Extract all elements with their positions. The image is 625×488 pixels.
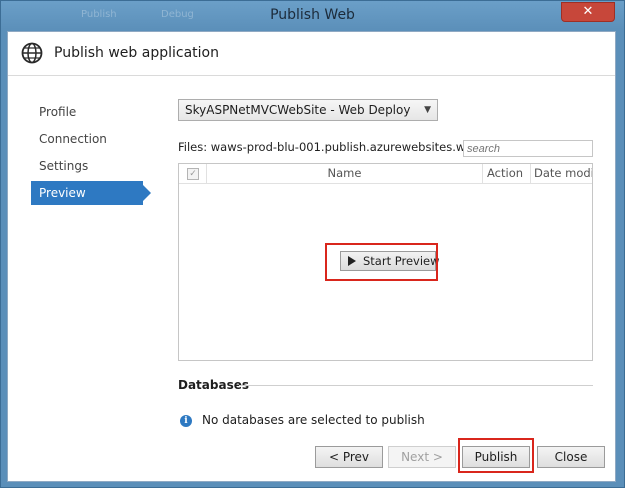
dialog-client-area: Publish web application Profile Connecti… bbox=[7, 31, 616, 482]
profile-dropdown-value: SkyASPNetMVCWebSite - Web Deploy bbox=[185, 103, 411, 117]
globe-icon bbox=[21, 42, 43, 64]
databases-divider bbox=[239, 385, 593, 386]
info-icon: i bbox=[180, 415, 192, 427]
search-input[interactable] bbox=[463, 140, 593, 157]
chevron-down-icon: ▼ bbox=[424, 105, 431, 115]
column-header-name[interactable]: Name bbox=[207, 164, 483, 184]
sidebar-item-profile[interactable]: Profile bbox=[31, 100, 141, 124]
files-row: Files: waws-prod-blu-001.publish.azurewe… bbox=[178, 140, 509, 154]
column-header-date-modified[interactable]: Date modifi bbox=[531, 164, 592, 184]
column-header-action[interactable]: Action bbox=[483, 164, 531, 184]
publish-web-dialog: Publish Debug Publish Web ✕ Publish web … bbox=[0, 0, 625, 488]
grid-header-row: ✓ Name Action Date modifi bbox=[179, 164, 592, 184]
profile-dropdown[interactable]: SkyASPNetMVCWebSite - Web Deploy ▼ bbox=[178, 99, 438, 121]
sidebar-item-connection[interactable]: Connection bbox=[31, 127, 141, 151]
start-preview-highlight bbox=[325, 243, 438, 281]
publish-highlight bbox=[458, 438, 534, 473]
next-button[interactable]: Next > bbox=[388, 446, 456, 468]
files-label: Files: bbox=[178, 140, 208, 154]
dialog-heading: Publish web application bbox=[54, 45, 219, 61]
grid-header-select: ✓ bbox=[179, 164, 207, 184]
prev-button[interactable]: < Prev bbox=[315, 446, 383, 468]
title-bar[interactable]: Publish Debug Publish Web ✕ bbox=[1, 1, 624, 31]
close-button[interactable]: Close bbox=[537, 446, 605, 468]
sidebar-item-settings[interactable]: Settings bbox=[31, 154, 141, 178]
window-title: Publish Web bbox=[270, 7, 355, 23]
select-all-checkbox[interactable]: ✓ bbox=[187, 168, 199, 180]
sidebar-item-preview[interactable]: Preview bbox=[31, 181, 151, 205]
window-close-button[interactable]: ✕ bbox=[561, 2, 615, 22]
dialog-header: Publish web application bbox=[8, 32, 615, 76]
databases-message: No databases are selected to publish bbox=[202, 413, 425, 427]
